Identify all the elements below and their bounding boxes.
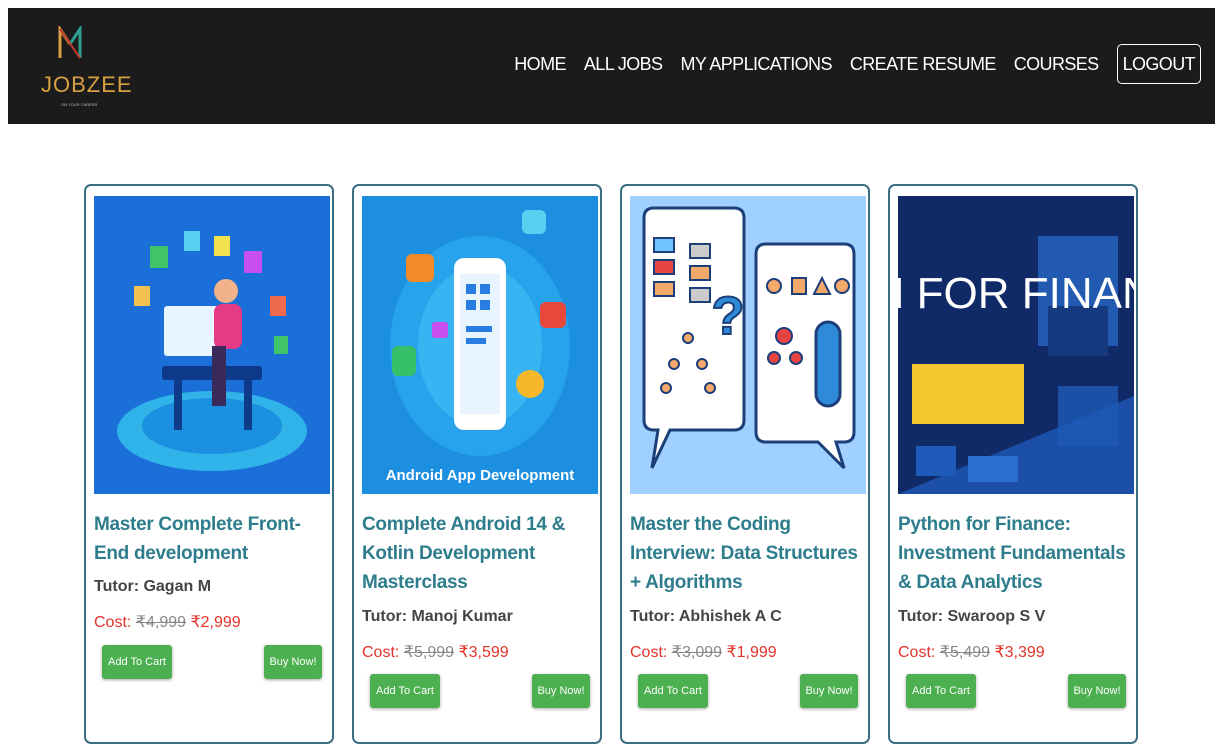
buy-now-button[interactable]: Buy Now! (532, 674, 590, 708)
logout-button[interactable]: LOGOUT (1116, 44, 1201, 84)
nav-home[interactable]: HOME (514, 44, 566, 84)
main-nav: HOME ALL JOBS MY APPLICATIONS CREATE RES… (496, 44, 1201, 84)
buy-now-button[interactable]: Buy Now! (264, 645, 322, 679)
course-image-frontend[interactable] (94, 196, 330, 494)
course-tutor: Tutor: Swaroop S V (898, 608, 1046, 625)
course-image-coding-interview[interactable]: ? (630, 196, 866, 494)
discounted-price: ₹2,999 (190, 614, 241, 631)
image-title: PYTHON FOR FINANCE (898, 269, 1134, 318)
add-to-cart-button[interactable]: Add To Cart (102, 645, 172, 679)
nav-courses[interactable]: COURSES (1014, 44, 1099, 84)
nav-my-applications[interactable]: MY APPLICATIONS (680, 44, 832, 84)
logo-mark-icon (58, 26, 82, 59)
course-cost: Cost: ₹5,499 ₹3,399 (898, 642, 1045, 662)
discounted-price: ₹1,999 (726, 644, 777, 661)
cost-label: Cost: (362, 644, 400, 661)
course-card: ? Master the Coding Interview: Data Stru… (620, 184, 870, 744)
discounted-price: ₹3,599 (458, 644, 509, 661)
course-cost: Cost: ₹3,099 ₹1,999 (630, 642, 777, 662)
nav-all-jobs[interactable]: ALL JOBS (584, 44, 663, 84)
image-caption: Android App Development (386, 467, 575, 484)
course-title[interactable]: Complete Android 14 & Kotlin Development… (362, 510, 598, 597)
course-image-android[interactable]: Android App Development (362, 196, 598, 494)
course-image-python-finance[interactable]: PYTHON FOR FINANCE (898, 196, 1134, 494)
discounted-price: ₹3,399 (994, 644, 1045, 661)
brand-name: JOBZEE (41, 72, 133, 97)
svg-text:?: ? (712, 286, 745, 346)
cost-label: Cost: (630, 644, 668, 661)
brand-tagline: ON YOUR CAREER (61, 102, 98, 107)
course-title[interactable]: Python for Finance: Investment Fundament… (898, 510, 1134, 597)
navbar: JOBZEE ON YOUR CAREER HOME ALL JOBS MY A… (8, 8, 1215, 124)
course-tutor: Tutor: Abhishek A C (630, 608, 782, 625)
original-price: ₹3,099 (671, 644, 723, 661)
original-price: ₹5,999 (403, 644, 455, 661)
course-title[interactable]: Master the Coding Interview: Data Struct… (630, 510, 866, 597)
add-to-cart-button[interactable]: Add To Cart (906, 674, 976, 708)
course-tutor: Tutor: Manoj Kumar (362, 608, 513, 625)
course-title[interactable]: Master Complete Front-End development (94, 510, 330, 568)
course-cost: Cost: ₹5,999 ₹3,599 (362, 642, 509, 662)
original-price: ₹5,499 (939, 644, 991, 661)
buy-now-button[interactable]: Buy Now! (1068, 674, 1126, 708)
add-to-cart-button[interactable]: Add To Cart (370, 674, 440, 708)
jobzee-logo[interactable]: JOBZEE ON YOUR CAREER (33, 20, 132, 110)
cost-label: Cost: (898, 644, 936, 661)
course-card: Master Complete Front-End development Tu… (84, 184, 334, 744)
course-card: PYTHON FOR FINANCE Python for Finance: I… (888, 184, 1138, 744)
add-to-cart-button[interactable]: Add To Cart (638, 674, 708, 708)
nav-create-resume[interactable]: CREATE RESUME (850, 44, 996, 84)
buy-now-button[interactable]: Buy Now! (800, 674, 858, 708)
course-tutor: Tutor: Gagan M (94, 578, 212, 595)
original-price: ₹4,999 (135, 614, 187, 631)
course-cost: Cost: ₹4,999 ₹2,999 (94, 612, 241, 632)
course-card: Android App Development Complete Android… (352, 184, 602, 744)
cost-label: Cost: (94, 614, 132, 631)
